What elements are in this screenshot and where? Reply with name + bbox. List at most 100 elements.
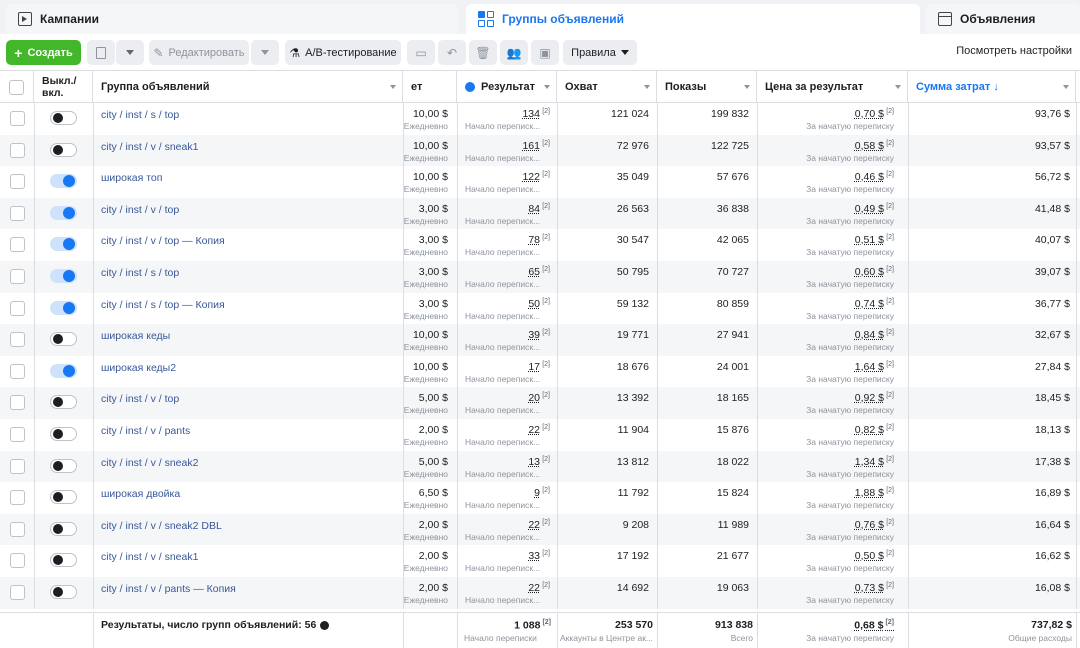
row-checkbox[interactable]: [10, 269, 25, 284]
status-toggle[interactable]: [50, 490, 77, 505]
status-toggle[interactable]: [50, 111, 77, 125]
header-spend[interactable]: Сумма затрат ↓: [908, 71, 1076, 103]
row-checkbox[interactable]: [10, 553, 25, 569]
cost-per-result-value[interactable]: 0,58 $: [855, 140, 884, 152]
header-budget[interactable]: ет: [403, 71, 457, 103]
result-value[interactable]: 39: [528, 329, 540, 341]
table-row[interactable]: широкая двойка 6,50 $ Ежедневно 9 [2] Начало …: [0, 482, 1080, 514]
result-value[interactable]: 22: [528, 519, 540, 531]
ad-group-name-link[interactable]: city / inst / v / pants: [101, 425, 190, 437]
row-checkbox[interactable]: [10, 237, 25, 253]
result-value[interactable]: 122: [522, 171, 540, 183]
row-checkbox[interactable]: [10, 363, 25, 379]
info-icon[interactable]: [320, 620, 330, 630]
cost-per-result-value[interactable]: 0,84 $: [855, 329, 884, 341]
duplicate-button[interactable]: [87, 40, 115, 65]
table-row[interactable]: city / inst / v / sneak2 5,00 $ Ежедневно 1…: [0, 450, 1080, 483]
row-checkbox[interactable]: [10, 585, 25, 600]
row-checkbox[interactable]: [10, 332, 25, 348]
row-checkbox[interactable]: [10, 142, 25, 158]
cost-per-result-value[interactable]: 0,74 $: [855, 298, 884, 310]
cost-per-result-value[interactable]: 0,92 $: [855, 392, 884, 404]
delete-button[interactable]: 🗑: [469, 40, 497, 65]
view-settings-link[interactable]: Посмотреть настройки: [956, 45, 1072, 57]
cost-per-result-value[interactable]: 0,76 $: [855, 519, 884, 531]
ad-group-name-link[interactable]: city / inst / v / top: [101, 204, 179, 216]
result-value[interactable]: 161: [522, 140, 540, 152]
result-value[interactable]: 17: [528, 361, 540, 373]
result-value[interactable]: 20: [528, 392, 540, 404]
audience-button[interactable]: 👥: [500, 40, 528, 65]
table-row[interactable]: city / inst / v / top — Копия 3,00 $ Ежедн…: [0, 229, 1080, 261]
table-row[interactable]: city / inst / v / sneak1 2,00 $ Ежедневно 3…: [0, 545, 1080, 577]
result-value[interactable]: 22: [528, 582, 540, 594]
table-row[interactable]: city / inst / s / top — Копия 3,00 $ Ежедн…: [0, 292, 1080, 325]
table-row[interactable]: city / inst / v / top 5,00 $ Ежедневно 20 [2…: [0, 387, 1080, 419]
status-toggle[interactable]: [50, 395, 77, 410]
result-value[interactable]: 9: [534, 487, 540, 499]
cost-per-result-value[interactable]: 0,73 $: [855, 582, 884, 594]
ad-group-name-link[interactable]: широкая кеды2: [101, 362, 176, 374]
cost-per-result-value[interactable]: 0,46 $: [855, 171, 884, 183]
create-button[interactable]: + Создать: [6, 40, 81, 65]
status-toggle[interactable]: [50, 458, 77, 473]
ad-group-name-link[interactable]: широкая двойка: [101, 488, 180, 500]
status-toggle[interactable]: [50, 174, 77, 189]
table-row[interactable]: широкая кеды 10,00 $ Ежедневно 39 [2] Начало …: [0, 324, 1080, 356]
status-toggle[interactable]: [50, 553, 77, 568]
status-toggle[interactable]: [50, 427, 77, 441]
cost-per-result-value[interactable]: 0,60 $: [855, 266, 884, 278]
header-reach[interactable]: Охват: [557, 71, 657, 103]
cost-per-result-value[interactable]: 0,51 $: [855, 234, 884, 246]
table-row[interactable]: широкая кеды2 10,00 $ Ежедневно 17 [2] Начало…: [0, 355, 1080, 388]
status-toggle[interactable]: [50, 585, 77, 599]
status-toggle[interactable]: [50, 300, 77, 315]
table-row[interactable]: city / inst / s / top 10,00 $ Ежедневно 134…: [0, 103, 1080, 135]
table-row[interactable]: широкая топ 10,00 $ Ежедневно 122 [2] Начало …: [0, 166, 1080, 198]
header-impressions[interactable]: Показы: [657, 71, 757, 103]
row-checkbox[interactable]: [10, 490, 25, 506]
table-row[interactable]: city / inst / v / top 3,00 $ Ежедневно 84 [2…: [0, 197, 1080, 230]
ad-group-name-link[interactable]: city / inst / v / sneak2: [101, 457, 198, 469]
cost-per-result-value[interactable]: 1,34 $: [855, 456, 884, 468]
header-cost-per-result[interactable]: Цена за результат: [757, 71, 908, 103]
status-toggle[interactable]: [50, 205, 77, 220]
ad-group-name-link[interactable]: city / inst / v / sneak1: [101, 141, 198, 153]
result-value[interactable]: 50: [528, 298, 540, 310]
status-toggle[interactable]: [50, 332, 77, 347]
ad-group-name-link[interactable]: city / inst / v / sneak2 DBL: [101, 520, 222, 532]
preview-button[interactable]: ▣: [531, 40, 559, 65]
row-checkbox[interactable]: [10, 395, 25, 411]
cost-per-result-value[interactable]: 1,64 $: [855, 361, 884, 373]
result-value[interactable]: 134: [522, 108, 540, 120]
result-value[interactable]: 65: [528, 266, 540, 278]
result-value[interactable]: 22: [528, 424, 540, 436]
row-checkbox[interactable]: [10, 300, 25, 316]
cost-per-result-value[interactable]: 1,88 $: [855, 487, 884, 499]
edit-button[interactable]: ✎ Редактировать: [149, 40, 249, 65]
status-toggle[interactable]: [50, 142, 77, 157]
ad-group-name-link[interactable]: city / inst / s / top: [101, 267, 179, 279]
header-ad-group[interactable]: Группа объявлений: [93, 71, 403, 103]
status-toggle[interactable]: [50, 237, 77, 252]
ad-group-name-link[interactable]: широкая кеды: [101, 330, 170, 342]
ad-group-name-link[interactable]: city / inst / v / top — Копия: [101, 235, 225, 247]
tab-ads[interactable]: Объявления: [926, 4, 1080, 34]
header-result[interactable]: Результат: [457, 71, 557, 103]
table-row[interactable]: city / inst / v / pants — Копия 2,00 $ Еже…: [0, 577, 1080, 609]
select-all-checkbox[interactable]: [9, 79, 24, 95]
result-value[interactable]: 84: [528, 203, 540, 215]
ad-group-name-link[interactable]: city / inst / s / top: [101, 109, 179, 121]
row-checkbox[interactable]: [10, 458, 25, 474]
row-checkbox[interactable]: [10, 111, 25, 126]
table-row[interactable]: city / inst / v / pants 2,00 $ Ежедневно 22…: [0, 419, 1080, 451]
row-checkbox[interactable]: [10, 521, 25, 537]
result-value[interactable]: 13: [528, 456, 540, 468]
ad-group-name-link[interactable]: city / inst / v / sneak1: [101, 551, 198, 563]
clipboard-button[interactable]: ▭: [407, 40, 435, 65]
ad-group-name-link[interactable]: city / inst / s / top — Копия: [101, 299, 225, 311]
ad-group-name-link[interactable]: широкая топ: [101, 172, 162, 184]
table-row[interactable]: city / inst / v / sneak1 10,00 $ Ежедневно…: [0, 134, 1080, 167]
row-checkbox[interactable]: [10, 174, 25, 190]
tab-ad-groups[interactable]: Группы объявлений: [466, 4, 920, 34]
